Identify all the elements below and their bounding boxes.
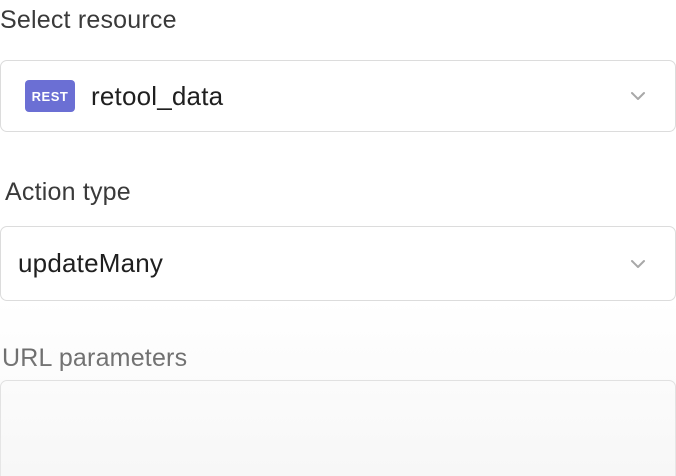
select-resource-label: Select resource (0, 6, 177, 34)
url-parameters-label: URL parameters (2, 344, 188, 372)
url-parameters-input[interactable] (0, 380, 676, 476)
chevron-down-icon (631, 92, 645, 100)
query-editor-panel: Select resource REST retool_data Action … (0, 0, 676, 476)
action-type-select-value: updateMany (18, 248, 164, 278)
action-type-label: Action type (5, 178, 131, 206)
chevron-down-icon (631, 259, 645, 268)
resource-select-value: retool_data (91, 80, 224, 111)
rest-badge: REST (25, 80, 75, 112)
resource-select[interactable]: REST retool_data (0, 60, 676, 132)
action-type-select[interactable]: updateMany (0, 226, 676, 301)
